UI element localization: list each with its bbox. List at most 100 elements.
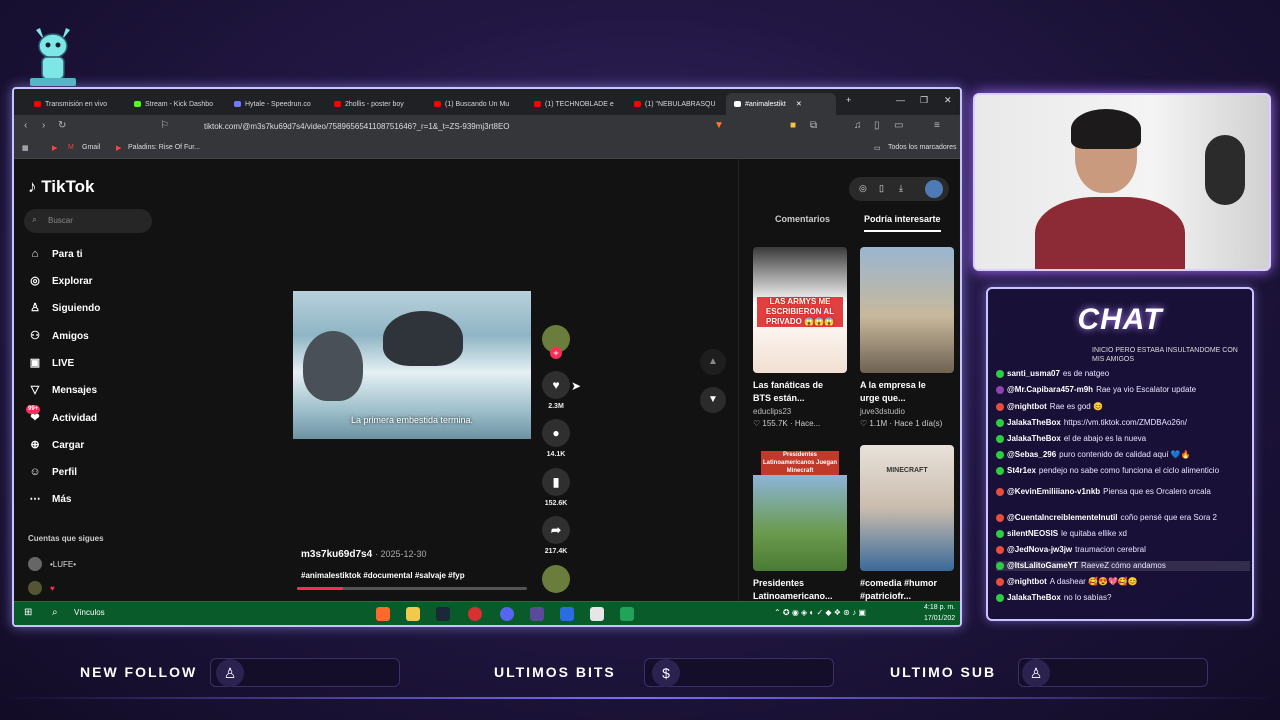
- platform-icon: [996, 403, 1004, 411]
- previous-video-button[interactable]: ▲: [700, 349, 726, 375]
- following-item[interactable]: •LUFE•: [28, 557, 76, 571]
- url-field[interactable]: tiktok.com/@m3s7ku69d7s4/video/758965654…: [182, 118, 742, 136]
- tab-7[interactable]: (1) "NEBULABRASQU: [626, 93, 726, 115]
- following-item[interactable]: ♥: [28, 581, 55, 595]
- follow-plus-icon[interactable]: +: [550, 347, 562, 359]
- more-icon: ⋯: [29, 493, 41, 505]
- bookmark-all[interactable]: Todos los marcadores: [888, 144, 956, 151]
- video-tags[interactable]: #animalestiktok #documental #salvaje #fy…: [301, 571, 465, 580]
- clock-date[interactable]: 17/01/202: [924, 615, 955, 622]
- close-tab-icon[interactable]: ✕: [796, 100, 802, 108]
- share-icon: ➦: [542, 516, 570, 544]
- mouse-cursor-icon: ➤: [571, 379, 582, 393]
- media-icon[interactable]: ♫: [854, 120, 862, 131]
- forward-icon[interactable]: ›: [42, 120, 45, 131]
- sidebar-icon[interactable]: ▯: [874, 120, 880, 131]
- app-icon[interactable]: [620, 607, 634, 621]
- chat-text: puro contenido de calidad aquí 💙🔥: [1059, 450, 1191, 459]
- nav-mas[interactable]: ⋯ Más: [28, 492, 72, 506]
- app-icon[interactable]: [590, 607, 604, 621]
- save-button[interactable]: ▮ 152.6K: [541, 468, 571, 507]
- wallet-icon[interactable]: ▭: [894, 120, 903, 131]
- next-video-button[interactable]: ▼: [700, 387, 726, 413]
- nav-siguiendo[interactable]: ♙ Siguiendo: [28, 301, 100, 315]
- brave-icon[interactable]: [376, 607, 390, 621]
- card-stats: ♡ 1.1M · Hace 1 día(s): [860, 419, 943, 428]
- sound-disc[interactable]: [541, 565, 571, 597]
- nav-para-ti[interactable]: ⌂ Para ti: [28, 247, 83, 261]
- author-avatar-button[interactable]: +: [541, 325, 571, 359]
- user-icon: ♙: [1022, 659, 1050, 687]
- live-icon: ▣: [29, 357, 41, 369]
- video-player[interactable]: La primera embestida termina.: [293, 291, 531, 439]
- platform-icon: [996, 386, 1004, 394]
- discord-icon[interactable]: [500, 607, 514, 621]
- clock-time[interactable]: 4:18 p. m.: [924, 604, 955, 611]
- system-tray-icons[interactable]: ⌃ ✪ ◉ ◈ ◐ ✓ ◆ ❖ ⊛ ♪ ▣: [774, 608, 866, 617]
- nav-amigos[interactable]: ⚇ Amigos: [28, 329, 89, 343]
- compass-icon[interactable]: ◎: [859, 183, 867, 194]
- minimize-icon[interactable]: —: [896, 95, 905, 105]
- share-button[interactable]: ➦ 217.4K: [541, 516, 571, 555]
- video-progress-bar[interactable]: [297, 587, 527, 590]
- extension-icon[interactable]: ■: [790, 120, 796, 131]
- nav-cargar[interactable]: ⊕ Cargar: [28, 438, 84, 452]
- chat-text: Piensa que es Orcalero orcala: [1103, 487, 1211, 496]
- tab-podria-interesarte[interactable]: Podría interesarte: [864, 214, 941, 232]
- extensions-icon[interactable]: ⧉: [810, 120, 817, 131]
- device-icon[interactable]: ▯: [879, 183, 884, 194]
- dollar-icon: $: [652, 659, 680, 687]
- side-toolbar: ◎ ▯ ⤓: [849, 177, 949, 201]
- suggested-video-card[interactable]: Presidentes Latinoamericanos Juegan Mine…: [753, 445, 847, 603]
- menu-icon[interactable]: ≡: [934, 120, 940, 131]
- tab-active[interactable]: #animalestikt ✕: [726, 93, 836, 115]
- tab-4[interactable]: 2hollis - poster boy: [326, 93, 426, 115]
- tab-comentarios[interactable]: Comentarios: [775, 214, 830, 224]
- suggested-video-card[interactable]: MINECRAFT #comedia #humor #patriciofr...: [860, 445, 954, 603]
- bookmark-gmail[interactable]: Gmail: [82, 144, 100, 151]
- search-icon[interactable]: ⌕: [52, 607, 58, 618]
- nav-perfil[interactable]: ☺ Perfil: [28, 465, 77, 479]
- streamer-shirt: [1035, 197, 1185, 269]
- app-icon[interactable]: [530, 607, 544, 621]
- back-icon[interactable]: ‹: [24, 120, 27, 131]
- platform-icon: [996, 514, 1004, 522]
- comment-icon: ●: [542, 419, 570, 447]
- tiktok-logo[interactable]: ♪ TikTok: [28, 177, 94, 197]
- nav-mensajes[interactable]: ▽ Mensajes: [28, 383, 97, 397]
- notification-badge: 99+: [26, 405, 41, 414]
- nav-explorar[interactable]: ◎ Explorar: [28, 274, 92, 288]
- tab-3[interactable]: Hytale - Speedrun.co: [226, 93, 326, 115]
- bookmark-icon[interactable]: ⚐: [160, 120, 169, 131]
- file-explorer-icon[interactable]: [406, 607, 420, 621]
- youtube-bookmark-icon[interactable]: ▶: [52, 144, 57, 152]
- like-button[interactable]: ♥ 2.3M: [541, 371, 571, 410]
- tab-1[interactable]: Transmisión en vivo: [26, 93, 126, 115]
- bookmark-paladins[interactable]: Paladins: Rise Of Fur...: [128, 144, 200, 151]
- tab-5[interactable]: (1) Buscando Un Mu: [426, 93, 526, 115]
- nav-live[interactable]: ▣ LIVE: [28, 356, 74, 370]
- chat-username: JalakaTheBox: [1007, 418, 1061, 427]
- windows-start-icon[interactable]: ⊞: [24, 607, 32, 618]
- download-icon[interactable]: ⤓: [899, 183, 903, 194]
- steam-icon[interactable]: [436, 607, 450, 621]
- taskbar-search-label[interactable]: Vínculos: [74, 608, 105, 617]
- comment-button[interactable]: ● 14.1K: [541, 419, 571, 458]
- reload-icon[interactable]: ↻: [58, 120, 66, 131]
- maximize-icon[interactable]: ❐: [920, 95, 928, 106]
- brave-shield-icon[interactable]: ▼: [714, 120, 724, 131]
- app-icon[interactable]: [468, 607, 482, 621]
- avatar[interactable]: [925, 180, 943, 198]
- video-author[interactable]: m3s7ku69d7s4 · 2025-12-30: [301, 549, 427, 560]
- tab-6[interactable]: (1) TECHNOBLADE e: [526, 93, 626, 115]
- app-icon[interactable]: [560, 607, 574, 621]
- new-tab-button[interactable]: +: [846, 95, 851, 105]
- apps-icon[interactable]: ▦: [22, 144, 29, 152]
- suggested-video-card[interactable]: LAS ARMYS ME ESCRIBIERON AL PRIVADO 😱😱😱 …: [753, 247, 847, 428]
- search-input[interactable]: Buscar: [24, 209, 152, 233]
- close-window-icon[interactable]: ✕: [944, 95, 952, 106]
- chat-username: @CuentaIncreiblementeInutil: [1007, 513, 1118, 522]
- nav-actividad[interactable]: ❤ 99+ Actividad: [26, 405, 97, 425]
- suggested-video-card[interactable]: A la empresa le urge que... juve3dstudio…: [860, 247, 954, 428]
- tab-2[interactable]: Stream - Kick Dashbo: [126, 93, 226, 115]
